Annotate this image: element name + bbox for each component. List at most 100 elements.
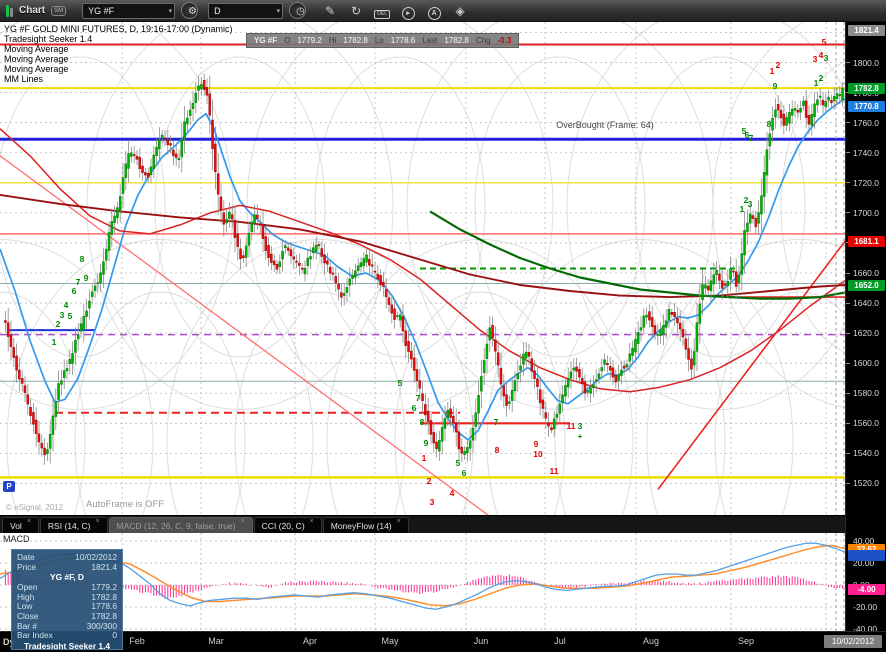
- quote-field-value: 1782.8: [343, 36, 368, 45]
- price-tick: [846, 212, 850, 214]
- tab-close-icon[interactable]: ×: [397, 518, 401, 526]
- svg-text:7: 7: [749, 133, 754, 143]
- macd-pane[interactable]: MACD: [0, 533, 846, 631]
- svg-text:3: 3: [60, 310, 65, 320]
- gear-icon[interactable]: ⚙: [181, 2, 199, 19]
- symbol-input[interactable]: [82, 2, 176, 19]
- quote-field-value: -0.3: [497, 36, 512, 45]
- price-tick-label: 1800.0: [853, 57, 879, 68]
- month-label-jun: Jun: [473, 636, 489, 646]
- month-label-sep: Sep: [737, 636, 755, 646]
- svg-text:1: 1: [422, 453, 427, 463]
- tooltip-footer: Tradesight Seeker 1.4: [23, 640, 111, 650]
- svg-text:5: 5: [456, 458, 461, 468]
- svg-text:2: 2: [56, 319, 61, 329]
- legend-mm-line: MM Lines: [4, 74, 44, 84]
- price-badge: 1782.8: [848, 82, 885, 94]
- quote-field-value: 1778.6: [390, 36, 416, 45]
- play-icon[interactable]: ▸: [398, 2, 418, 20]
- svg-text:8: 8: [80, 254, 85, 264]
- svg-text:6: 6: [412, 403, 417, 413]
- copyright-label: © eSignal, 2012: [6, 503, 64, 512]
- svg-text:6: 6: [462, 468, 467, 478]
- price-tick-label: 1600.0: [853, 358, 879, 369]
- price-badge: 1770.8: [848, 100, 885, 112]
- month-label-jul: Jul: [554, 636, 566, 646]
- svg-text:7: 7: [416, 393, 421, 403]
- quote-field-label: Last: [422, 36, 438, 45]
- redo-icon[interactable]: ↻: [346, 2, 366, 20]
- price-tick: [846, 392, 850, 394]
- svg-text:7: 7: [76, 277, 81, 287]
- price-tick: [846, 272, 850, 274]
- chart-window-icon: [6, 4, 13, 17]
- tab-rsi[interactable]: RSI (14, C) ×: [39, 517, 108, 533]
- candlestick-chart[interactable]: 12345678956789123456789101111 3+12 356 7891…: [0, 22, 845, 515]
- svg-text:1: 1: [740, 204, 745, 214]
- time-axis[interactable]: Dy 10/02/2012 Feb Mar Apr May Jun Jul Aug Sep: [0, 631, 886, 652]
- quote-field-value: 1782.8: [444, 36, 469, 45]
- price-tick-label: 1540.0: [853, 448, 879, 459]
- cursor-date-badge: 10/02/2012: [824, 635, 882, 648]
- svg-text:8: 8: [420, 417, 425, 427]
- quote-symbol: YG #F: [254, 36, 278, 45]
- price-tick-label: 1580.0: [853, 388, 879, 399]
- tab-close-icon[interactable]: ×: [27, 518, 31, 526]
- tooltip-row: Price 1821.4: [17, 561, 117, 572]
- price-badge: 1681.1: [848, 235, 885, 247]
- price-chart-pane[interactable]: 1 2 3 4 5 6 7 8 9 5 6 7 8 9 1 2 3 4 5 6 7 8 9 10 11 11 3 +1 2 3 5 6 7 8 9 1…: [0, 22, 845, 515]
- eraser-icon[interactable]: ◈: [450, 2, 470, 20]
- tab-cci[interactable]: CCI (20, C) ×: [253, 517, 322, 533]
- tab-moneyflow[interactable]: MoneyFlow (14) ×: [322, 517, 409, 533]
- price-badge: 1821.4: [848, 24, 885, 36]
- price-tick: [846, 422, 850, 424]
- quote-field-label: O: [284, 36, 291, 45]
- title-badge: SM: [51, 5, 67, 16]
- p-badge[interactable]: P: [3, 481, 15, 492]
- tab-close-icon[interactable]: ×: [241, 518, 245, 526]
- quote-field-label: Hi: [328, 36, 337, 45]
- tab-close-icon[interactable]: ×: [310, 518, 314, 526]
- del-key-icon[interactable]: DEL: [372, 2, 392, 20]
- svg-text:7: 7: [494, 417, 499, 427]
- svg-text:11: 11: [550, 466, 559, 476]
- svg-text:4: 4: [64, 300, 69, 310]
- toolbar: Chart SM ▾ ⚙ ▾ ◷ ✎↻DEL▸A◈: [0, 0, 886, 22]
- svg-text:2: 2: [819, 73, 824, 83]
- quote-field-label: Lo: [374, 36, 384, 45]
- month-label-apr: Apr: [302, 636, 318, 646]
- svg-text:9: 9: [773, 81, 778, 91]
- price-badge: 1652.0: [848, 279, 885, 291]
- svg-text:3: 3: [748, 199, 753, 209]
- tab-label: CCI (20, C): [261, 520, 305, 531]
- legend-ma-line: Moving Average: [4, 64, 69, 74]
- month-label-may: May: [381, 636, 399, 646]
- tab-label: RSI (14, C): [47, 520, 91, 531]
- pencil-icon[interactable]: ✎: [320, 2, 340, 20]
- price-tick: [846, 152, 850, 154]
- tab-close-icon[interactable]: ×: [95, 518, 99, 526]
- macd-chart[interactable]: [0, 533, 846, 631]
- price-tick: [846, 62, 850, 64]
- svg-text:1: 1: [770, 66, 775, 76]
- svg-text:9: 9: [534, 439, 539, 449]
- price-tick: [846, 452, 850, 454]
- auto-a-icon[interactable]: A: [424, 2, 444, 20]
- price-axis[interactable]: 1800.01780.01760.01740.01720.01700.01680…: [845, 22, 886, 634]
- quote-bar[interactable]: YG #F O 1779.2 Hi 1782.8 Lo 1778.6 Last 1782.8 Ch…: [246, 33, 520, 48]
- tab-vol[interactable]: Vol ×: [2, 517, 39, 533]
- quote-field-label: Chg: [475, 36, 491, 45]
- month-label-mar: Mar: [208, 636, 224, 646]
- tooltip-row: Bar Index 0: [17, 630, 117, 641]
- legend-symbol-line: YG #F GOLD MINI FUTURES, D, 19:16-17:00 …: [4, 24, 233, 34]
- macd-pane-label: MACD: [3, 534, 30, 544]
- price-tick-label: 1660.0: [853, 268, 879, 278]
- clock-icon[interactable]: ◷: [289, 2, 307, 19]
- window-title: Chart: [19, 5, 46, 16]
- tab-macd[interactable]: MACD (12, 26, C, 9, false, true) ×: [108, 517, 253, 533]
- legend-ma-line: Moving Average: [4, 54, 69, 64]
- legend-ma-line: Moving Average: [4, 44, 69, 54]
- autoframe-status: AutoFrame is OFF: [86, 499, 165, 510]
- interval-input[interactable]: [208, 2, 284, 19]
- price-tick-label: 1740.0: [853, 147, 879, 158]
